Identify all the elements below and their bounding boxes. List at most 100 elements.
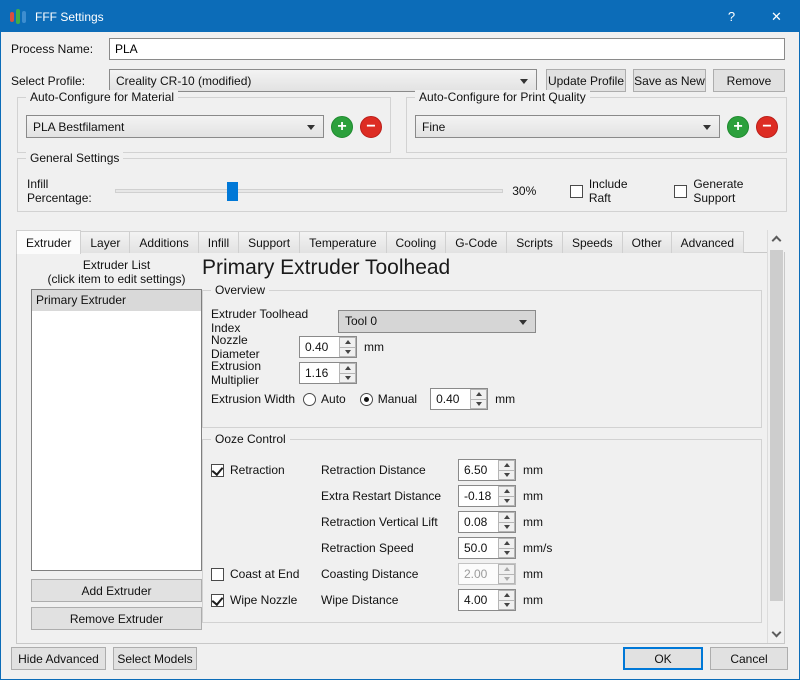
general-settings-title: General Settings bbox=[26, 151, 124, 165]
extrusion-multiplier-spinner[interactable]: 1.16 bbox=[299, 362, 357, 384]
update-profile-button[interactable]: Update Profile bbox=[546, 69, 626, 92]
extruder-listbox[interactable]: Primary Extruder bbox=[31, 289, 202, 571]
process-name-input[interactable] bbox=[109, 38, 785, 60]
app-logo-icon bbox=[10, 9, 26, 25]
wipe-distance-value: 4.00 bbox=[464, 593, 488, 607]
select-models-button[interactable]: Select Models bbox=[113, 647, 197, 670]
spin-down-icon[interactable] bbox=[498, 547, 515, 558]
infill-slider[interactable] bbox=[115, 181, 504, 201]
spin-down-icon[interactable] bbox=[498, 521, 515, 532]
select-profile-row: Select Profile: Creality CR-10 (modified… bbox=[11, 69, 785, 92]
extrusion-width-auto-radio[interactable] bbox=[303, 392, 317, 406]
footer-left: Hide Advanced Select Models bbox=[11, 647, 197, 670]
toolhead-index-dropdown[interactable]: Tool 0 bbox=[338, 309, 536, 333]
spin-down-icon[interactable] bbox=[498, 495, 515, 506]
auto-configure-quality-group: Auto-Configure for Print Quality Fine + … bbox=[406, 90, 787, 153]
nozzle-diameter-unit: mm bbox=[364, 340, 384, 354]
close-button[interactable]: ✕ bbox=[754, 1, 799, 32]
wipe-nozzle-checkbox[interactable]: Wipe Nozzle bbox=[211, 593, 321, 607]
tab-scripts[interactable]: Scripts bbox=[506, 231, 563, 253]
wipe-distance-spinner[interactable]: 4.00 bbox=[458, 589, 516, 611]
spin-down-icon[interactable] bbox=[470, 398, 488, 409]
tab-gcode[interactable]: G-Code bbox=[445, 231, 508, 253]
vertical-scrollbar[interactable] bbox=[767, 230, 784, 643]
retraction-distance-unit: mm bbox=[523, 463, 543, 477]
remove-profile-button[interactable]: Remove bbox=[713, 69, 785, 92]
remove-extruder-button[interactable]: Remove Extruder bbox=[31, 607, 202, 630]
wipe-nozzle-checkbox-box[interactable] bbox=[211, 593, 224, 607]
tab-infill[interactable]: Infill bbox=[197, 231, 240, 253]
spin-down-icon[interactable] bbox=[498, 469, 515, 480]
extra-restart-distance-label: Extra Restart Distance bbox=[321, 489, 442, 503]
extrusion-width-spinner[interactable]: 0.40 bbox=[430, 388, 489, 410]
retraction-label: Retraction bbox=[230, 463, 285, 477]
spin-up-icon[interactable] bbox=[339, 337, 356, 347]
retraction-checkbox-box[interactable] bbox=[211, 463, 224, 477]
extrusion-width-manual-radio[interactable] bbox=[359, 392, 373, 406]
scrollbar-thumb[interactable] bbox=[770, 250, 783, 601]
list-item[interactable]: Primary Extruder bbox=[32, 290, 201, 311]
profile-dropdown[interactable]: Creality CR-10 (modified) bbox=[109, 69, 537, 92]
spin-down-icon[interactable] bbox=[498, 599, 515, 610]
extrusion-width-value: 0.40 bbox=[436, 392, 460, 406]
spin-up-icon[interactable] bbox=[470, 389, 488, 399]
infill-slider-handle[interactable] bbox=[226, 181, 238, 201]
coast-at-end-checkbox-box[interactable] bbox=[211, 567, 224, 581]
wipe-distance-label: Wipe Distance bbox=[321, 593, 399, 607]
tab-additions[interactable]: Additions bbox=[129, 231, 199, 253]
spin-up-icon[interactable] bbox=[498, 486, 515, 496]
remove-quality-button[interactable]: − bbox=[756, 115, 778, 138]
tab-layer[interactable]: Layer bbox=[80, 231, 131, 253]
include-raft-checkbox-box[interactable] bbox=[569, 184, 583, 198]
add-extruder-button[interactable]: Add Extruder bbox=[31, 579, 202, 602]
retraction-vertical-lift-unit: mm bbox=[523, 515, 543, 529]
coasting-distance-spinner: 2.00 bbox=[458, 563, 516, 585]
retraction-distance-spinner[interactable]: 6.50 bbox=[458, 459, 516, 481]
generate-support-checkbox-box[interactable] bbox=[674, 184, 688, 198]
coast-at-end-checkbox[interactable]: Coast at End bbox=[211, 567, 321, 581]
scroll-up-icon[interactable] bbox=[768, 230, 785, 247]
spin-down-icon[interactable] bbox=[339, 372, 356, 383]
retraction-checkbox[interactable]: Retraction bbox=[211, 463, 321, 477]
retraction-vertical-lift-spinner[interactable]: 0.08 bbox=[458, 511, 516, 533]
nozzle-diameter-spinner[interactable]: 0.40 bbox=[299, 336, 357, 358]
tab-speeds[interactable]: Speeds bbox=[561, 231, 623, 253]
retraction-distance-value: 6.50 bbox=[464, 463, 488, 477]
spin-up-icon[interactable] bbox=[498, 538, 515, 548]
tab-advanced[interactable]: Advanced bbox=[670, 231, 745, 253]
ok-button[interactable]: OK bbox=[623, 647, 703, 670]
ooze-control-group: Ooze Control Retraction Retraction Dista… bbox=[202, 432, 762, 623]
extruder-list-title-line2: (click item to edit settings) bbox=[47, 272, 186, 286]
fff-settings-dialog: FFF Settings ? ✕ Process Name: Select Pr… bbox=[0, 0, 800, 680]
hide-advanced-button[interactable]: Hide Advanced bbox=[11, 647, 106, 670]
save-as-new-button[interactable]: Save as New bbox=[633, 69, 706, 92]
spin-up-icon[interactable] bbox=[498, 590, 515, 600]
include-raft-checkbox[interactable]: Include Raft bbox=[569, 177, 645, 205]
tab-extruder[interactable]: Extruder bbox=[16, 230, 82, 254]
tab-other[interactable]: Other bbox=[621, 231, 672, 253]
tab-cooling[interactable]: Cooling bbox=[385, 231, 447, 253]
tab-support[interactable]: Support bbox=[238, 231, 301, 253]
tab-temperature[interactable]: Temperature bbox=[299, 231, 387, 253]
retraction-speed-unit: mm/s bbox=[523, 541, 553, 555]
retraction-speed-spinner[interactable]: 50.0 bbox=[458, 537, 516, 559]
quality-dropdown[interactable]: Fine bbox=[415, 115, 720, 138]
remove-material-button[interactable]: − bbox=[360, 115, 382, 138]
spin-down-icon[interactable] bbox=[339, 346, 356, 357]
generate-support-checkbox[interactable]: Generate Support bbox=[674, 177, 777, 205]
spin-up-icon[interactable] bbox=[339, 363, 356, 373]
overview-group: Overview Extruder Toolhead Index Tool 0 … bbox=[202, 283, 762, 428]
scroll-down-icon[interactable] bbox=[768, 626, 785, 643]
help-button[interactable]: ? bbox=[709, 1, 754, 32]
cancel-button[interactable]: Cancel bbox=[710, 647, 788, 670]
infill-percentage-label: Infill Percentage: bbox=[27, 177, 92, 205]
spin-up-icon[interactable] bbox=[498, 512, 515, 522]
extrusion-width-unit: mm bbox=[495, 392, 516, 406]
window-title: FFF Settings bbox=[35, 9, 104, 24]
spin-up-icon[interactable] bbox=[498, 460, 515, 470]
add-quality-button[interactable]: + bbox=[727, 115, 749, 138]
extra-restart-distance-spinner[interactable]: -0.18 bbox=[458, 485, 516, 507]
add-material-button[interactable]: + bbox=[331, 115, 353, 138]
wipe-nozzle-label: Wipe Nozzle bbox=[230, 593, 298, 607]
material-dropdown[interactable]: PLA Bestfilament bbox=[26, 115, 324, 138]
